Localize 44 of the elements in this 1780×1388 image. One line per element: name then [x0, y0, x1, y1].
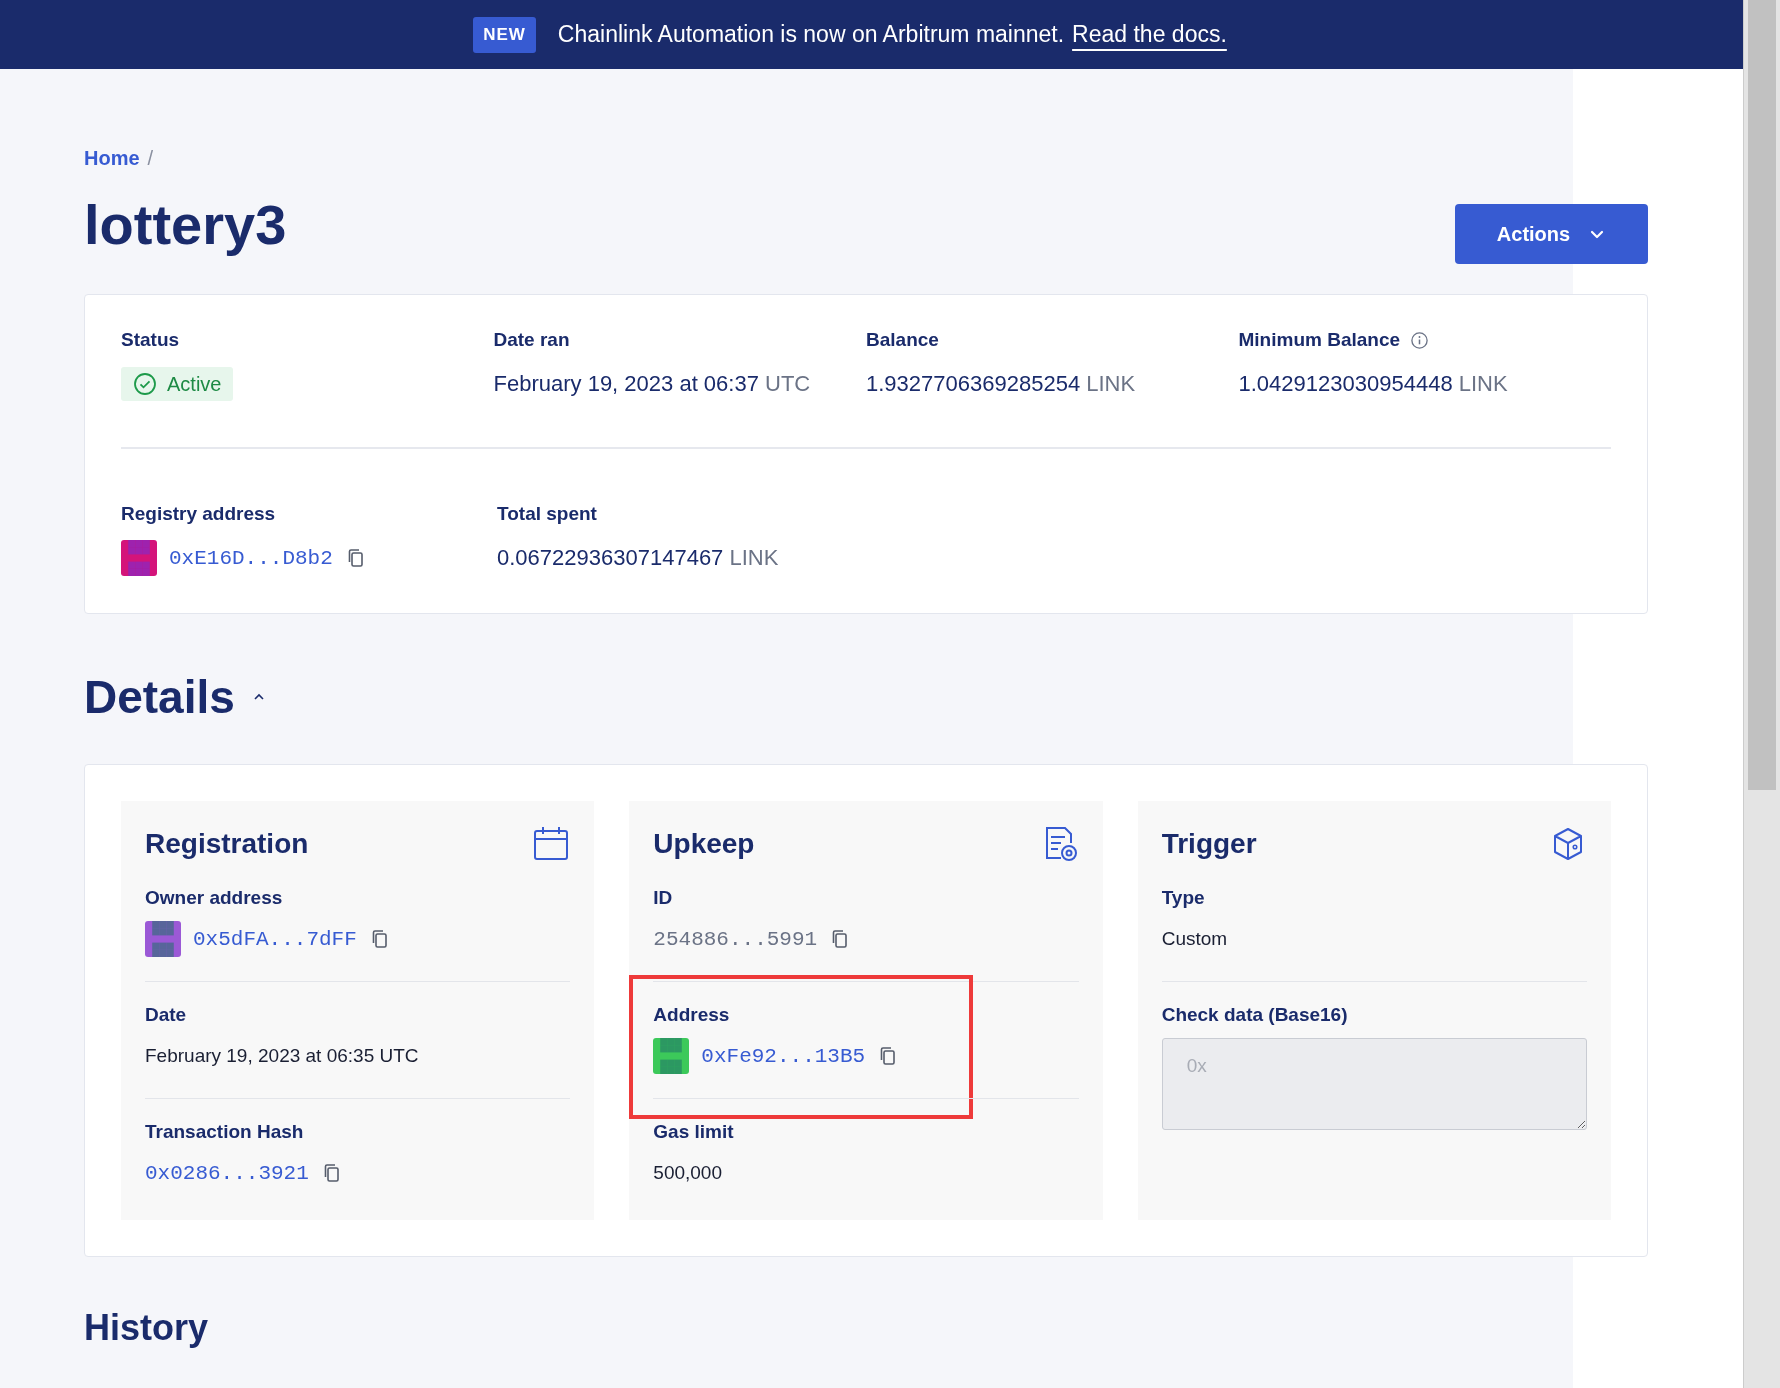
card-title: Upkeep — [653, 828, 755, 860]
new-badge: NEW — [473, 16, 536, 53]
breadcrumb-separator: / — [147, 147, 154, 170]
breadcrumb-link[interactable]: Home — [84, 147, 140, 170]
field-label: Status — [121, 329, 180, 351]
address-link[interactable]: 0xFe92...13B5 — [701, 1044, 866, 1068]
field-label: Gas limit — [653, 1121, 735, 1143]
field-value: 0.06722936307147467 LINK — [497, 545, 779, 571]
section-heading: Details — [84, 670, 235, 724]
field-label: Date ran — [493, 329, 570, 351]
field-value: 254886...5991 — [653, 927, 818, 951]
field-value: 500,000 — [653, 1162, 722, 1184]
hash-link[interactable]: 0x0286...3921 — [145, 1161, 309, 1185]
field-label: Balance — [866, 329, 939, 351]
card-title: Trigger — [1161, 828, 1257, 860]
calendar-icon — [532, 825, 571, 863]
field-value: 1.9327706369285254 LINK — [866, 371, 1136, 397]
field-value: 1.0429123030954448 LINK — [1238, 371, 1508, 397]
scrollbar[interactable] — [1743, 0, 1780, 1388]
field-label: Transaction Hash — [145, 1121, 305, 1143]
page-title: lottery3 — [84, 191, 287, 257]
actions-button[interactable]: Actions — [1455, 204, 1648, 264]
field-label: Minimum Balance — [1238, 329, 1401, 351]
section-heading: History — [84, 1307, 210, 1349]
field-label: Type — [1161, 887, 1206, 909]
banner-message: Chainlink Automation is now on Arbitrum mainnet. — [557, 21, 1065, 48]
info-icon[interactable] — [1410, 330, 1430, 350]
field-value: February 19, 2023 at 06:37 UTC — [493, 371, 811, 397]
docs-link[interactable]: Read the docs. — [1072, 21, 1227, 48]
field-label: Total spent — [497, 503, 597, 525]
field-label: Check data (Base16) — [1161, 1004, 1349, 1026]
check-data-field[interactable]: 0x — [1161, 1038, 1587, 1130]
status-badge: Active — [121, 367, 234, 401]
card-title: Registration — [145, 828, 309, 860]
field-label: ID — [653, 887, 674, 909]
field-label: Registry address — [121, 503, 276, 525]
check-circle-icon — [133, 372, 157, 396]
field-label: Date — [145, 1004, 188, 1026]
field-value: Custom — [1161, 928, 1228, 950]
address-link[interactable]: 0x5dFA...7dFF — [193, 927, 357, 951]
field-value: February 19, 2023 at 06:35 UTC — [145, 1045, 419, 1067]
field-label: Owner address — [145, 887, 284, 909]
field-label: Address — [653, 1004, 731, 1026]
address-link[interactable]: 0xE16D...D8b2 — [169, 546, 333, 570]
